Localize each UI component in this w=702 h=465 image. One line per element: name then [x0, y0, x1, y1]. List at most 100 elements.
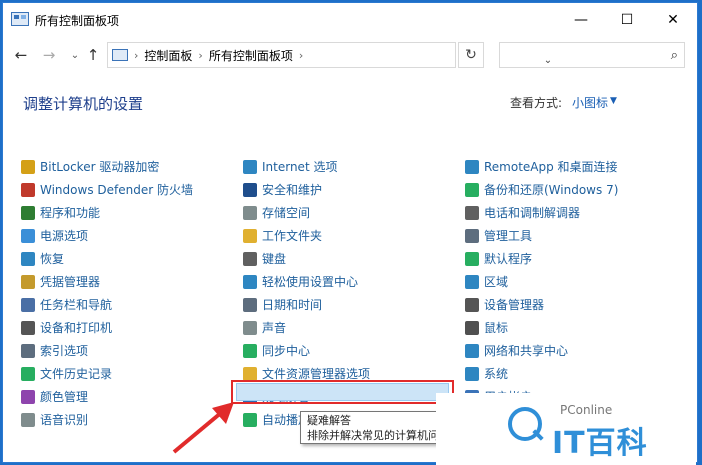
control-panel-item[interactable]: 日期和时间 — [243, 293, 370, 316]
control-panel-icon — [112, 49, 128, 61]
recovery-icon — [21, 251, 35, 266]
search-icon: ⌕ — [670, 48, 678, 63]
control-panel-item-label: 恢复 — [40, 252, 65, 266]
title-bar[interactable]: 所有控制面板项 — ☐ ✕ — [3, 3, 697, 37]
power-icon — [21, 228, 35, 243]
control-panel-icon — [11, 12, 29, 26]
sync-icon — [243, 343, 257, 358]
view-by-label: 查看方式: — [510, 96, 563, 110]
control-panel-item[interactable]: Windows Defender 防火墙 — [21, 178, 193, 201]
page-heading: 调整计算机的设置 — [23, 95, 144, 113]
printer-icon — [21, 320, 35, 335]
control-panel-item[interactable]: 电话和调制解调器 — [465, 201, 618, 224]
admin-tools-icon — [465, 228, 479, 243]
items-column-3: RemoteApp 和桌面连接备份和还原(Windows 7) 电话和调制解调器管… — [465, 155, 618, 408]
chevron-down-icon[interactable]: ▼ — [610, 96, 617, 106]
control-panel-item[interactable]: 设备管理器 — [465, 293, 618, 316]
recent-locations-button[interactable]: ⌄ — [65, 45, 85, 65]
work-folder-icon — [243, 228, 257, 243]
control-panel-item[interactable]: 备份和还原(Windows 7) — [465, 178, 618, 201]
up-button[interactable]: ↑ — [83, 45, 103, 65]
view-by-dropdown[interactable]: 小图标 — [572, 94, 608, 111]
items-column-1: BitLocker 驱动器加密 Windows Defender 防火墙 程序和功能… — [21, 155, 193, 431]
control-panel-item[interactable]: 安全和维护 — [243, 178, 370, 201]
control-panel-item-label: 存储空间 — [262, 206, 311, 220]
system-icon — [465, 366, 479, 381]
minimize-button[interactable]: — — [558, 3, 604, 37]
mouse-icon — [465, 320, 479, 335]
control-panel-item[interactable]: 鼠标 — [465, 316, 618, 339]
control-panel-item-label: 电话和调制解调器 — [484, 206, 581, 220]
pconline-logo-icon — [508, 407, 542, 441]
control-panel-item[interactable]: 工作文件夹 — [243, 224, 370, 247]
window-title: 所有控制面板项 — [35, 14, 120, 28]
breadcrumb-separator[interactable]: › — [134, 49, 138, 62]
storage-icon — [243, 205, 257, 220]
ease-of-access-icon — [243, 274, 257, 289]
control-panel-item[interactable]: 索引选项 — [21, 339, 193, 362]
control-panel-item[interactable]: 系统 — [465, 362, 618, 385]
control-panel-item-label: 轻松使用设置中心 — [262, 275, 359, 289]
control-panel-item-label: RemoteApp 和桌面连接 — [484, 160, 618, 174]
control-panel-item[interactable]: 声音 — [243, 316, 370, 339]
forward-button[interactable]: → — [39, 45, 59, 65]
breadcrumb-control-panel[interactable]: 控制面板 — [144, 47, 192, 64]
control-panel-item[interactable]: 文件历史记录 — [21, 362, 193, 385]
backup-icon — [465, 182, 479, 197]
control-panel-item[interactable]: RemoteApp 和桌面连接 — [465, 155, 618, 178]
control-panel-item-label: 任务栏和导航 — [40, 298, 113, 312]
security-flag-icon — [243, 182, 257, 197]
control-panel-item[interactable]: 存储空间 — [243, 201, 370, 224]
control-panel-item-label: 声音 — [262, 321, 287, 335]
breadcrumb-separator[interactable]: › — [299, 49, 303, 62]
color-icon — [21, 389, 35, 404]
control-panel-item[interactable]: Internet 选项 — [243, 155, 370, 178]
control-panel-item[interactable]: 任务栏和导航 — [21, 293, 193, 316]
control-panel-item[interactable]: 电源选项 — [21, 224, 193, 247]
search-input[interactable]: ⌕ — [499, 42, 685, 68]
clock-icon — [243, 297, 257, 312]
breadcrumb-separator[interactable]: › — [198, 49, 202, 62]
tooltip: 疑难解答 排除并解决常见的计算机问题。 — [300, 411, 440, 444]
refresh-button[interactable]: ↻ — [458, 42, 484, 68]
control-panel-item[interactable]: BitLocker 驱动器加密 — [21, 155, 193, 178]
control-panel-item-label: 凭据管理器 — [40, 275, 101, 289]
watermark-cn: IT百科 — [552, 426, 648, 461]
autoplay-icon — [243, 412, 257, 427]
folder-options-icon — [243, 366, 257, 381]
control-panel-item[interactable]: 同步中心 — [243, 339, 370, 362]
control-panel-item[interactable]: 区域 — [465, 270, 618, 293]
control-panel-item[interactable]: 管理工具 — [465, 224, 618, 247]
breadcrumb-all-items[interactable]: 所有控制面板项 — [209, 47, 293, 64]
remoteapp-icon — [465, 159, 479, 174]
close-button[interactable]: ✕ — [650, 3, 696, 37]
highlight-box — [231, 380, 454, 404]
firewall-icon — [21, 182, 35, 197]
control-panel-item-label: 管理工具 — [484, 229, 533, 243]
back-button[interactable]: ← — [11, 45, 31, 65]
control-panel-item[interactable]: 凭据管理器 — [21, 270, 193, 293]
control-panel-item-label: Internet 选项 — [262, 160, 338, 174]
control-panel-item[interactable]: 默认程序 — [465, 247, 618, 270]
control-panel-item-label: BitLocker 驱动器加密 — [40, 160, 160, 174]
default-programs-icon — [465, 251, 479, 266]
control-panel-item-label: 系统 — [484, 367, 509, 381]
tooltip-description: 排除并解决常见的计算机问题。 — [307, 429, 439, 442]
control-panel-item[interactable]: 恢复 — [21, 247, 193, 270]
bitlocker-icon — [21, 159, 35, 174]
device-manager-icon — [465, 297, 479, 312]
maximize-button[interactable]: ☐ — [604, 3, 650, 37]
control-panel-item[interactable]: 语音识别 — [21, 408, 193, 431]
control-panel-item-label: 日期和时间 — [262, 298, 323, 312]
address-bar[interactable]: › 控制面板 › 所有控制面板项 › ⌄ — [107, 42, 552, 68]
control-panel-item-label: 安全和维护 — [262, 183, 323, 197]
speech-icon — [21, 412, 35, 427]
control-panel-item[interactable]: 设备和打印机 — [21, 316, 193, 339]
control-panel-item[interactable]: 程序和功能 — [21, 201, 193, 224]
control-panel-item[interactable]: 颜色管理 — [21, 385, 193, 408]
control-panel-item[interactable]: 键盘 — [243, 247, 370, 270]
control-panel-item-label: 颜色管理 — [40, 390, 89, 404]
internet-icon — [243, 159, 257, 174]
control-panel-item[interactable]: 网络和共享中心 — [465, 339, 618, 362]
control-panel-item[interactable]: 轻松使用设置中心 — [243, 270, 370, 293]
